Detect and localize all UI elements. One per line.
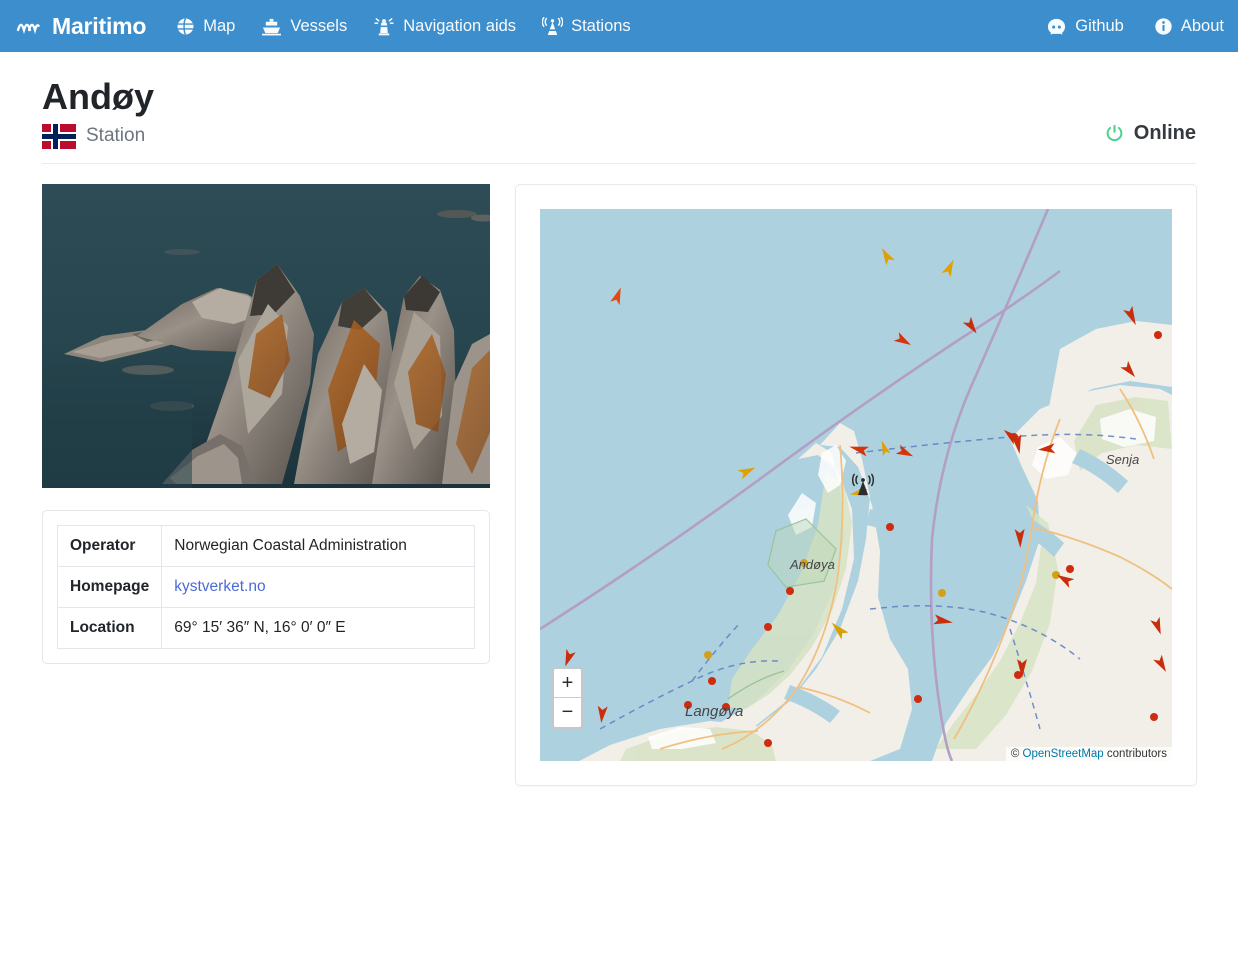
primary-nav: Map Vessels Navigation aids Stations: [176, 17, 1046, 36]
nav-label-vessels: Vessels: [290, 17, 347, 36]
nav-item-github[interactable]: Github: [1046, 17, 1124, 36]
zoom-in-button[interactable]: +: [554, 669, 581, 698]
nav-label-github: Github: [1075, 17, 1124, 36]
zoom-out-button[interactable]: −: [554, 698, 581, 727]
page-subtitle: Station: [86, 125, 145, 147]
leaflet-map[interactable]: Senja Andøya Langøya + − © OpenStreetMap…: [540, 209, 1172, 761]
info-key-homepage: Homepage: [58, 566, 162, 607]
waves-icon: [16, 16, 42, 36]
lighthouse-icon: [373, 17, 395, 36]
subtitle-row: Station: [42, 124, 154, 149]
table-row: Homepage kystverket.no: [58, 566, 475, 607]
station-tower-marker[interactable]: [850, 473, 876, 504]
map-label-langoya: Langøya: [685, 703, 743, 720]
status-label: Online: [1134, 122, 1196, 145]
nav-label-map: Map: [203, 17, 235, 36]
map-zoom-controls: + −: [552, 667, 583, 729]
brand-name: Maritimo: [52, 13, 146, 40]
map-card: Senja Andøya Langøya + − © OpenStreetMap…: [515, 184, 1197, 786]
left-column: Operator Norwegian Coastal Administratio…: [42, 184, 490, 664]
map-attribution: © OpenStreetMap contributors: [1006, 747, 1172, 761]
station-info-table: Operator Norwegian Coastal Administratio…: [57, 525, 475, 649]
nav-item-about[interactable]: About: [1154, 17, 1224, 36]
info-key-location: Location: [58, 607, 162, 648]
status-badge: Online: [1104, 122, 1196, 149]
brand-logo-link[interactable]: Maritimo: [16, 13, 146, 40]
info-value-homepage: kystverket.no: [162, 566, 475, 607]
right-column: Senja Andøya Langøya + − © OpenStreetMap…: [515, 184, 1197, 786]
info-value-location: 69° 15′ 36″ N, 16° 0′ 0″ E: [162, 607, 475, 648]
secondary-nav: Github About: [1046, 17, 1224, 36]
info-key-operator: Operator: [58, 525, 162, 566]
station-info-card: Operator Norwegian Coastal Administratio…: [42, 510, 490, 664]
title-block: Andøy Station: [42, 78, 154, 149]
nav-item-stations[interactable]: Stations: [542, 17, 631, 36]
info-value-operator: Norwegian Coastal Administration: [162, 525, 475, 566]
page-container: Andøy Station Online: [0, 52, 1238, 786]
map-label-senja: Senja: [1106, 452, 1139, 467]
globe-icon: [176, 17, 195, 36]
main-content: Operator Norwegian Coastal Administratio…: [42, 164, 1196, 786]
openstreetmap-link[interactable]: OpenStreetMap: [1023, 748, 1104, 760]
map-label-andoya: Andøya: [790, 557, 835, 572]
homepage-link[interactable]: kystverket.no: [174, 578, 265, 595]
station-photo: [42, 184, 490, 488]
nav-item-map[interactable]: Map: [176, 17, 235, 36]
ship-icon: [261, 17, 282, 36]
table-row: Location 69° 15′ 36″ N, 16° 0′ 0″ E: [58, 607, 475, 648]
power-icon: [1104, 123, 1125, 144]
norway-flag-icon: [42, 124, 76, 149]
github-icon: [1046, 17, 1067, 36]
nav-label-navigation-aids: Navigation aids: [403, 17, 516, 36]
station-photo-image: [42, 184, 490, 488]
info-circle-icon: [1154, 17, 1173, 36]
page-header: Andøy Station Online: [42, 52, 1196, 164]
top-navbar: Maritimo Map Vessels Navigation aids Sta…: [0, 0, 1238, 52]
nav-item-navigation-aids[interactable]: Navigation aids: [373, 17, 516, 36]
nav-label-about: About: [1181, 17, 1224, 36]
radio-tower-icon: [850, 473, 876, 499]
nav-label-stations: Stations: [571, 17, 631, 36]
attribution-copyright: ©: [1011, 748, 1019, 760]
table-row: Operator Norwegian Coastal Administratio…: [58, 525, 475, 566]
attribution-suffix: contributors: [1107, 748, 1167, 760]
radio-tower-icon: [542, 17, 563, 36]
nav-item-vessels[interactable]: Vessels: [261, 17, 347, 36]
page-title: Andøy: [42, 78, 154, 116]
